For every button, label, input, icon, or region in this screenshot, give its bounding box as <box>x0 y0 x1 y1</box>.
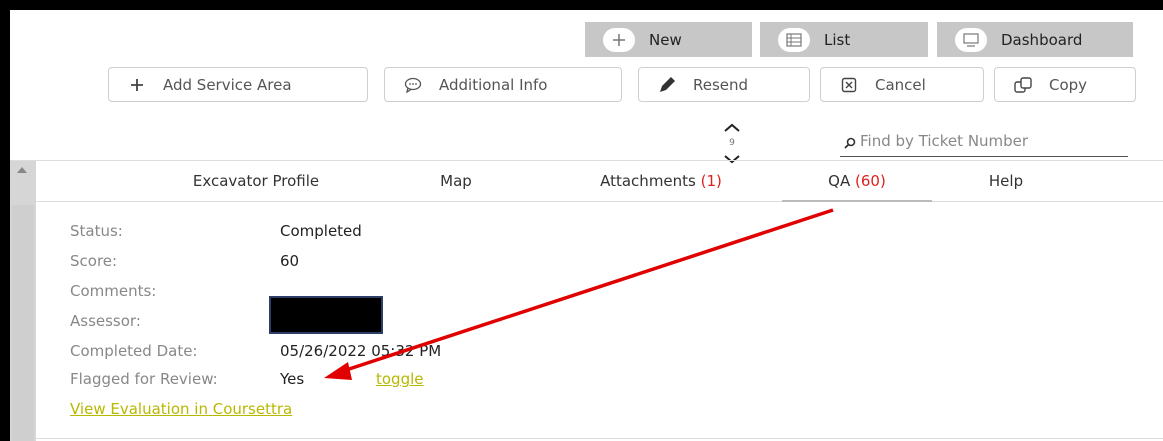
tab-label: Attachments <box>600 172 701 190</box>
dashboard-label: Dashboard <box>1001 30 1083 49</box>
tab-count-badge: (60) <box>855 172 886 190</box>
view-evaluation-link[interactable]: View Evaluation in Coursettra <box>70 398 292 420</box>
list-icon <box>778 27 810 52</box>
list-label: List <box>824 30 851 49</box>
cancel-button[interactable]: Cancel <box>820 67 984 102</box>
copy-button[interactable]: Copy <box>994 67 1136 102</box>
tab-qa[interactable]: QA (60) <box>782 161 932 202</box>
status-label: Status: <box>70 222 123 240</box>
flagged-label: Flagged for Review: <box>70 370 218 388</box>
scrollbar-thumb[interactable] <box>12 205 34 441</box>
vertical-scrollbar[interactable] <box>10 161 36 441</box>
dashboard-button[interactable]: Dashboard <box>937 22 1133 57</box>
toggle-flag-link[interactable]: toggle <box>376 368 424 390</box>
plus-icon <box>603 27 635 52</box>
speech-bubble-icon <box>399 71 427 99</box>
tab-count-badge: (1) <box>700 172 722 190</box>
ticket-stepper[interactable]: 9 <box>720 118 744 166</box>
new-label: New <box>649 30 682 49</box>
detail-tabs: Excavator Profile Map Attachments (1) QA… <box>36 161 1163 202</box>
comments-label: Comments: <box>70 282 157 300</box>
tab-label: Help <box>988 172 1024 190</box>
tab-label: Excavator Profile <box>192 172 320 190</box>
divider <box>36 438 1163 439</box>
tab-excavator-profile[interactable]: Excavator Profile <box>166 161 346 201</box>
screenshot-frame-left <box>0 0 10 441</box>
score-label: Score: <box>70 252 118 270</box>
ticket-search[interactable] <box>840 128 1128 157</box>
tab-help[interactable]: Help <box>976 161 1036 201</box>
screenshot-frame-top <box>0 0 1163 10</box>
copy-label: Copy <box>1049 75 1088 94</box>
search-input[interactable] <box>860 128 1124 154</box>
cancel-document-icon <box>835 71 863 99</box>
chevron-up-icon[interactable] <box>723 123 741 133</box>
resend-button[interactable]: Resend <box>638 67 810 102</box>
monitor-icon <box>955 27 987 52</box>
new-button[interactable]: New <box>585 22 752 57</box>
search-icon <box>844 134 856 153</box>
plus-icon <box>123 71 151 99</box>
pencil-icon <box>653 71 681 99</box>
additional-info-label: Additional Info <box>439 75 548 94</box>
resend-label: Resend <box>693 75 749 94</box>
list-button[interactable]: List <box>760 22 928 57</box>
tab-label: QA <box>828 172 856 190</box>
tab-map[interactable]: Map <box>416 161 496 201</box>
completed-date-label: Completed Date: <box>70 342 198 360</box>
status-value: Completed <box>280 222 362 240</box>
add-service-area-label: Add Service Area <box>163 75 292 94</box>
copy-icon <box>1009 71 1037 99</box>
tab-label: Map <box>440 172 472 190</box>
scroll-up-arrow-icon[interactable] <box>17 167 27 173</box>
stepper-value: 9 <box>729 138 735 148</box>
completed-date-value: 05/26/2022 05:32 PM <box>280 342 442 360</box>
additional-info-button[interactable]: Additional Info <box>384 67 622 102</box>
flagged-value: Yes <box>280 370 305 388</box>
cancel-label: Cancel <box>875 75 926 94</box>
redacted-assessor-value <box>269 296 383 334</box>
score-value: 60 <box>280 252 300 270</box>
add-service-area-button[interactable]: Add Service Area <box>108 67 368 102</box>
tab-attachments[interactable]: Attachments (1) <box>566 161 756 201</box>
assessor-label: Assessor: <box>70 312 141 330</box>
